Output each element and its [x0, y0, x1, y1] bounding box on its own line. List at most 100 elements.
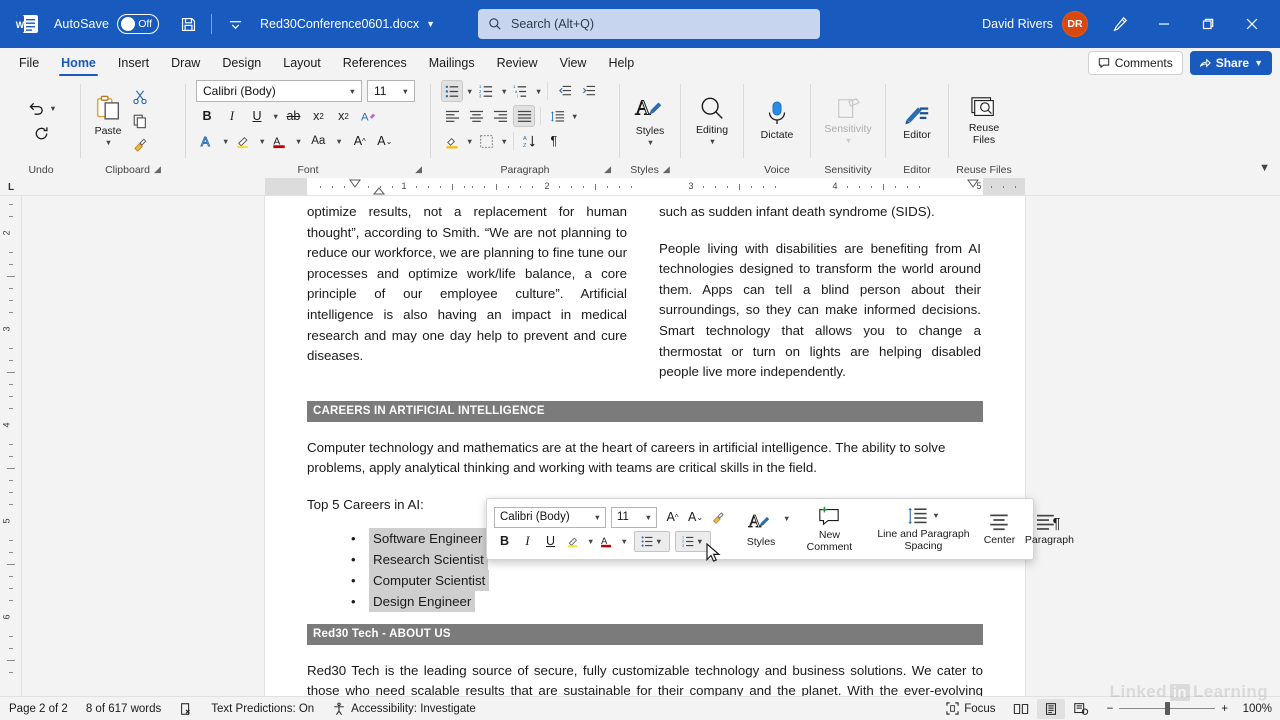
- paragraph-dialog-launcher[interactable]: ◢: [604, 164, 611, 175]
- multilevel-list-icon[interactable]: 1 a i: [510, 80, 532, 102]
- increase-indent-icon[interactable]: [577, 80, 599, 102]
- borders-dropdown-icon[interactable]: ▼: [500, 137, 507, 146]
- subscript-button[interactable]: x2: [307, 105, 329, 127]
- undo-button[interactable]: [25, 97, 47, 119]
- search-input[interactable]: Search (Alt+Q): [478, 9, 820, 39]
- minibar-italic-button[interactable]: I: [517, 531, 538, 552]
- reuse-files-button[interactable]: Reuse Files: [955, 93, 1013, 148]
- redo-button[interactable]: [30, 122, 52, 144]
- copy-button[interactable]: [129, 110, 151, 132]
- zoom-slider[interactable]: − +: [1107, 702, 1228, 715]
- tab-draw[interactable]: Draw: [160, 48, 211, 78]
- web-layout-icon[interactable]: [1067, 699, 1095, 719]
- text-highlight-icon[interactable]: [232, 130, 254, 152]
- proofing-errors-icon[interactable]: [170, 697, 202, 720]
- tab-stop-selector[interactable]: L: [0, 178, 22, 195]
- right-indent-marker[interactable]: [967, 179, 979, 188]
- shrink-font-button[interactable]: A ⌄: [374, 130, 396, 152]
- hanging-indent-marker[interactable]: [373, 187, 385, 196]
- styles-dialog-launcher[interactable]: ◢: [663, 164, 670, 175]
- chevron-down-icon[interactable]: ▼: [402, 87, 409, 96]
- editing-dropdown-icon[interactable]: ▼: [709, 137, 716, 146]
- minibar-center-button[interactable]: Center: [978, 502, 1020, 556]
- paste-button[interactable]: Paste ▼: [91, 92, 125, 148]
- autosave-toggle[interactable]: Off: [117, 14, 160, 34]
- horizontal-ruler[interactable]: L 1 2 3 4 5: [0, 178, 1280, 196]
- styles-button[interactable]: A Styles ▼: [632, 92, 668, 148]
- font-name-combobox[interactable]: Calibri (Body) ▼: [196, 80, 362, 102]
- minibar-paragraph-button[interactable]: ¶ Paragraph: [1020, 502, 1078, 556]
- mini-context-toolbar[interactable]: Calibri (Body) ▼ 11 ▼ A ^ A ⌄ B I U ▼ A …: [486, 498, 1074, 560]
- column-right[interactable]: such as sudden infant death syndrome (SI…: [659, 202, 981, 383]
- multilevel-dropdown-icon[interactable]: ▼: [535, 87, 542, 96]
- numbering-dropdown-icon[interactable]: ▼: [500, 87, 507, 96]
- grow-font-icon[interactable]: A ^: [662, 507, 683, 528]
- text-effects-dropdown-icon[interactable]: ▼: [222, 137, 229, 146]
- font-dialog-launcher[interactable]: ◢: [415, 164, 422, 175]
- close-button[interactable]: [1230, 0, 1274, 48]
- zoom-out-button[interactable]: −: [1107, 703, 1114, 715]
- clipboard-dialog-launcher[interactable]: ◢: [154, 164, 161, 175]
- line-spacing-icon[interactable]: [546, 105, 568, 127]
- minibar-underline-button[interactable]: U: [540, 531, 561, 552]
- dictate-button[interactable]: Dictate: [759, 98, 796, 143]
- change-case-button[interactable]: Aa: [305, 130, 331, 152]
- minibar-bold-button[interactable]: B: [494, 531, 515, 552]
- numbering-dropdown-icon[interactable]: ▼: [696, 537, 703, 546]
- accessibility-status[interactable]: Accessibility: Investigate: [323, 697, 485, 720]
- tab-design[interactable]: Design: [211, 48, 272, 78]
- ink-pen-icon[interactable]: [1098, 0, 1142, 48]
- comments-button[interactable]: Comments: [1087, 51, 1183, 75]
- sensitivity-button[interactable]: Sensitivity ▼: [822, 94, 873, 146]
- decrease-indent-icon[interactable]: [553, 80, 575, 102]
- format-painter-button[interactable]: [129, 134, 151, 156]
- superscript-button[interactable]: x2: [332, 105, 354, 127]
- vertical-ruler[interactable]: 2 3 4 5 6: [0, 196, 22, 696]
- list-item[interactable]: • Computer Scientist: [307, 569, 983, 591]
- page-content[interactable]: optimize results, not a replacement for …: [307, 196, 983, 720]
- cut-button[interactable]: [129, 86, 151, 108]
- save-icon[interactable]: [173, 9, 203, 39]
- highlight-dropdown-icon[interactable]: ▼: [587, 537, 594, 546]
- paragraph-mark-icon[interactable]: ¶: [543, 130, 565, 152]
- restore-button[interactable]: [1186, 0, 1230, 48]
- page-status[interactable]: Page 2 of 2: [0, 697, 77, 720]
- sensitivity-dropdown-icon[interactable]: ▼: [845, 136, 852, 145]
- shading-icon[interactable]: [441, 130, 463, 152]
- text-effects-button[interactable]: A: [196, 130, 218, 152]
- read-mode-icon[interactable]: [1007, 699, 1035, 719]
- tab-review[interactable]: Review: [486, 48, 549, 78]
- tab-mailings[interactable]: Mailings: [418, 48, 486, 78]
- shading-dropdown-icon[interactable]: ▼: [466, 137, 473, 146]
- italic-button[interactable]: I: [221, 105, 243, 127]
- document-title[interactable]: Red30Conference0601.docx ▼: [260, 17, 435, 31]
- first-line-indent-marker[interactable]: [349, 179, 361, 188]
- zoom-knob[interactable]: [1165, 702, 1171, 715]
- editing-button[interactable]: Editing ▼: [694, 93, 730, 147]
- text-highlight-icon[interactable]: [563, 531, 584, 552]
- tab-insert[interactable]: Insert: [107, 48, 160, 78]
- highlight-dropdown-icon[interactable]: ▼: [258, 137, 265, 146]
- tab-file[interactable]: File: [8, 48, 50, 78]
- line-spacing-dropdown-icon[interactable]: ▼: [932, 511, 939, 520]
- minibar-styles-button[interactable]: A Styles: [740, 502, 782, 556]
- tab-layout[interactable]: Layout: [272, 48, 332, 78]
- tab-help[interactable]: Help: [597, 48, 645, 78]
- tab-references[interactable]: References: [332, 48, 418, 78]
- change-case-dropdown-icon[interactable]: ▼: [335, 137, 342, 146]
- zoom-level[interactable]: 100%: [1238, 703, 1272, 715]
- minibar-new-comment-button[interactable]: New Comment: [798, 502, 860, 556]
- shrink-font-icon[interactable]: A ⌄: [685, 507, 706, 528]
- styles-dropdown-icon[interactable]: ▼: [783, 514, 790, 523]
- focus-button[interactable]: Focus: [937, 697, 1004, 720]
- numbering-icon[interactable]: 1 2 3: [475, 80, 497, 102]
- collapse-ribbon-icon[interactable]: ▼: [1259, 162, 1270, 174]
- font-color-dropdown-icon[interactable]: ▼: [620, 537, 627, 546]
- underline-button[interactable]: U: [246, 105, 268, 127]
- share-button[interactable]: Share ▼: [1189, 51, 1272, 75]
- borders-icon[interactable]: [475, 130, 497, 152]
- align-left-icon[interactable]: [441, 105, 463, 127]
- document-page[interactable]: optimize results, not a replacement for …: [265, 196, 1025, 720]
- print-layout-icon[interactable]: [1036, 698, 1065, 719]
- grow-font-button[interactable]: A ^: [349, 130, 371, 152]
